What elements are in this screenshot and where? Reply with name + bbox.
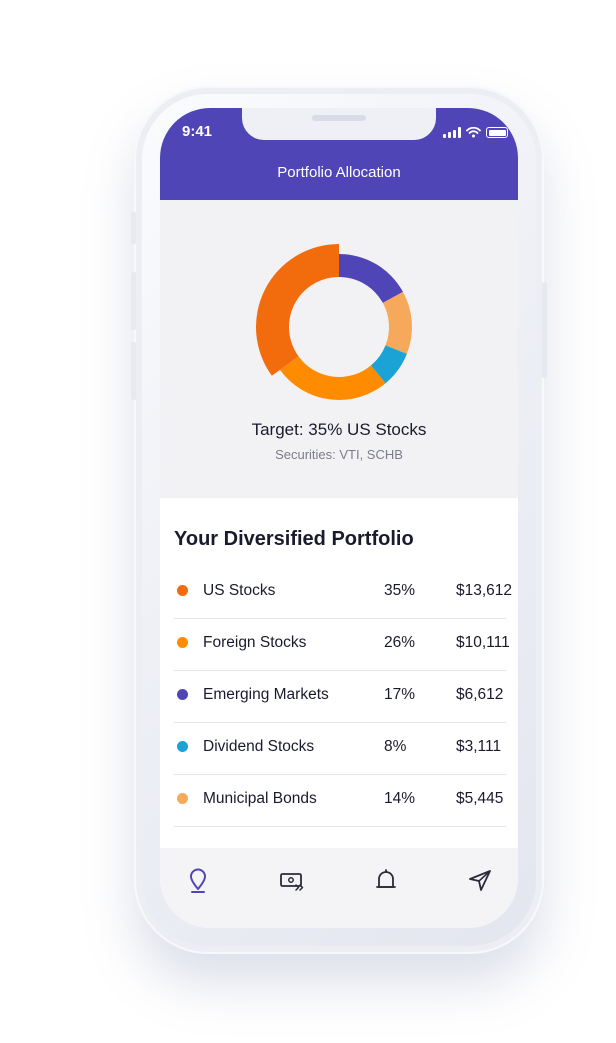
bell-icon <box>376 869 396 888</box>
donut-slice-us-stocks[interactable] <box>256 244 339 376</box>
phone-volume-up <box>131 272 136 330</box>
category-percent: 26% <box>384 634 416 651</box>
category-dot <box>177 585 188 596</box>
category-name: Emerging Markets <box>203 686 329 703</box>
donut-slice-municipal-bonds[interactable] <box>382 291 412 354</box>
securities-label: Securities: VTI, SCHB <box>275 447 403 462</box>
category-name: Dividend Stocks <box>203 738 315 755</box>
phone-screen: 9:41 Portfolio Allocation Target: 35% US… <box>160 108 518 928</box>
category-amount: $3,111 <box>456 738 502 755</box>
target-label: Target: 35% US Stocks <box>251 420 427 439</box>
phone-notch <box>242 108 436 140</box>
nav-send[interactable] <box>466 866 494 894</box>
category-amount: $13,612 <box>456 582 513 599</box>
category-amount: $10,111 <box>456 634 510 651</box>
nav-location[interactable] <box>184 866 212 894</box>
signal-icon <box>443 127 461 138</box>
list-item[interactable]: Emerging Markets 17% $6,612 <box>174 671 506 723</box>
speaker-grille <box>312 115 366 121</box>
phone-mute-switch <box>131 212 136 244</box>
nav-transfer[interactable] <box>278 866 306 894</box>
category-amount: $6,612 <box>456 686 504 703</box>
category-dot <box>177 637 188 648</box>
status-icons <box>443 124 508 138</box>
category-dot <box>177 741 188 752</box>
app-header: 9:41 Portfolio Allocation <box>160 108 518 200</box>
donut-slice-foreign-stocks[interactable] <box>279 356 386 400</box>
list-item[interactable]: Foreign Stocks 26% $10,111 <box>174 619 510 671</box>
list-item[interactable]: Dividend Stocks 8% $3,111 <box>174 723 506 775</box>
nav-notifications[interactable] <box>372 866 400 894</box>
bottom-nav <box>160 848 518 928</box>
list-item[interactable]: Municipal Bonds 14% $5,445 <box>174 775 506 827</box>
category-name: Foreign Stocks <box>203 634 307 651</box>
category-percent: 8% <box>384 738 407 755</box>
allocation-donut-chart[interactable] <box>256 244 422 410</box>
category-percent: 35% <box>384 582 416 599</box>
wifi-icon <box>466 126 481 138</box>
battery-icon <box>486 127 508 138</box>
page-title: Portfolio Allocation <box>277 164 401 181</box>
portfolio-rows: US Stocks 35% $13,612 Foreign Stocks 26%… <box>174 567 512 827</box>
donut-slice-emerging-markets[interactable] <box>339 254 403 303</box>
category-name: US Stocks <box>203 582 276 599</box>
category-dot <box>177 793 188 804</box>
money-transfer-icon <box>280 873 304 891</box>
send-icon <box>469 870 491 891</box>
phone-volume-down <box>131 342 136 400</box>
category-dot <box>177 689 188 700</box>
portfolio-heading: Your Diversified Portfolio <box>174 528 414 550</box>
phone-power-button <box>542 282 547 378</box>
location-pin-icon <box>190 868 206 893</box>
status-time: 9:41 <box>182 123 213 140</box>
category-percent: 17% <box>384 686 416 703</box>
category-name: Municipal Bonds <box>203 790 317 807</box>
category-amount: $5,445 <box>456 790 504 807</box>
portfolio-list: Your Diversified Portfolio US Stocks 35%… <box>160 498 518 848</box>
list-item[interactable]: US Stocks 35% $13,612 <box>174 567 512 619</box>
category-percent: 14% <box>384 790 416 807</box>
